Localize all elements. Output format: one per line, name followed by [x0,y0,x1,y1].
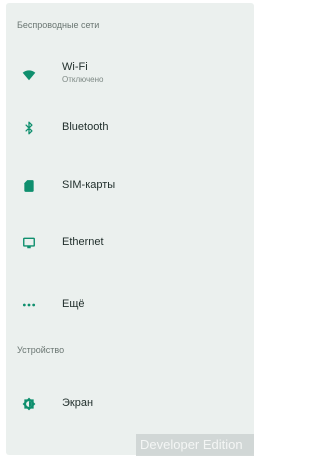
settings-item-more-label: Ещё [62,298,85,310]
settings-item-bluetooth[interactable]: Bluetooth [6,106,254,150]
settings-item-wifi[interactable]: Wi-Fi Отключено [6,53,254,97]
settings-item-display[interactable]: Экран [6,382,254,426]
settings-item-more[interactable]: Ещё [6,283,254,327]
more-dots-icon [22,298,36,312]
settings-screen: Беспроводные сети Wi-Fi Отключено Blueto… [6,3,254,455]
section-header-wireless: Беспроводные сети [17,20,100,30]
sim-card-icon [22,179,36,193]
section-header-device: Устройство [17,345,65,355]
developer-edition-watermark: Developer Edition [136,434,254,456]
settings-item-bluetooth-label: Bluetooth [62,121,109,133]
settings-item-ethernet[interactable]: Ethernet [6,221,254,265]
bluetooth-icon [22,121,36,135]
wifi-icon [22,68,36,82]
brightness-icon [22,397,36,411]
settings-item-sim-label: SIM-карты [62,179,116,191]
settings-item-wifi-label: Wi-Fi [62,61,88,73]
settings-item-wifi-status: Отключено [62,75,104,84]
settings-item-ethernet-label: Ethernet [62,236,104,248]
ethernet-icon [22,236,36,250]
settings-item-sim[interactable]: SIM-карты [6,164,254,208]
settings-item-display-label: Экран [62,397,94,409]
